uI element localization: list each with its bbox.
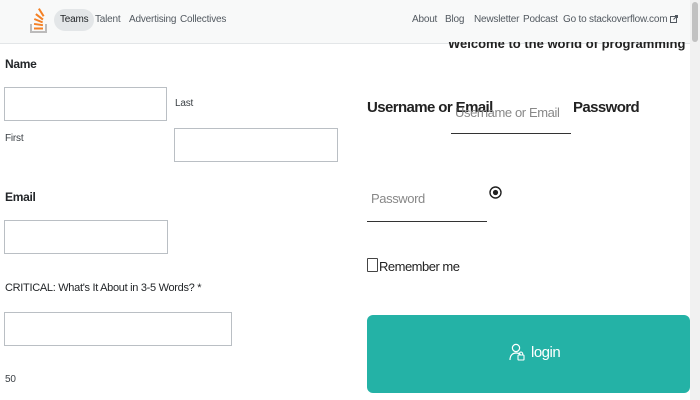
name-label: Name xyxy=(5,57,37,71)
nav-teams[interactable]: Teams xyxy=(54,9,95,31)
scrollbar-thumb[interactable] xyxy=(692,2,698,42)
remember-label[interactable]: Remember me xyxy=(379,259,460,274)
stackoverflow-logo-icon[interactable] xyxy=(30,7,48,33)
user-icon xyxy=(509,343,525,361)
nav-about[interactable]: About xyxy=(412,13,437,27)
last-sublabel: Last xyxy=(175,98,194,109)
last-name-input[interactable] xyxy=(174,128,338,162)
page-scrollbar[interactable] xyxy=(690,0,700,400)
login-button-content[interactable]: login xyxy=(509,343,561,361)
nav-advertising[interactable]: Advertising xyxy=(129,13,176,27)
nav-podcast[interactable]: Podcast xyxy=(523,13,558,27)
nav-talent[interactable]: Talent xyxy=(95,13,121,27)
password-label: Password xyxy=(573,99,640,116)
password-input[interactable] xyxy=(367,176,487,222)
top-nav: Teams Talent Advertising Collectives Abo… xyxy=(0,0,700,44)
remember-checkbox[interactable] xyxy=(367,258,378,272)
char-count: 50 xyxy=(5,374,16,385)
first-sublabel: First xyxy=(5,133,24,144)
critical-label: CRITICAL: What's It About in 3-5 Words? … xyxy=(5,282,202,294)
email-input[interactable] xyxy=(4,220,168,254)
nav-goto-stackoverflow[interactable]: Go to stackoverflow.com xyxy=(563,13,679,27)
nav-newsletter[interactable]: Newsletter xyxy=(474,13,519,27)
login-button-label: login xyxy=(531,343,561,361)
first-name-input[interactable] xyxy=(4,87,167,121)
eye-icon[interactable] xyxy=(489,186,502,199)
username-input[interactable] xyxy=(451,92,571,134)
nav-collectives[interactable]: Collectives xyxy=(180,13,226,27)
external-link-icon xyxy=(670,15,679,23)
critical-input[interactable] xyxy=(4,312,232,346)
nav-goto-label: Go to stackoverflow.com xyxy=(563,14,668,25)
nav-blog[interactable]: Blog xyxy=(445,13,464,27)
email-label: Email xyxy=(5,190,36,204)
